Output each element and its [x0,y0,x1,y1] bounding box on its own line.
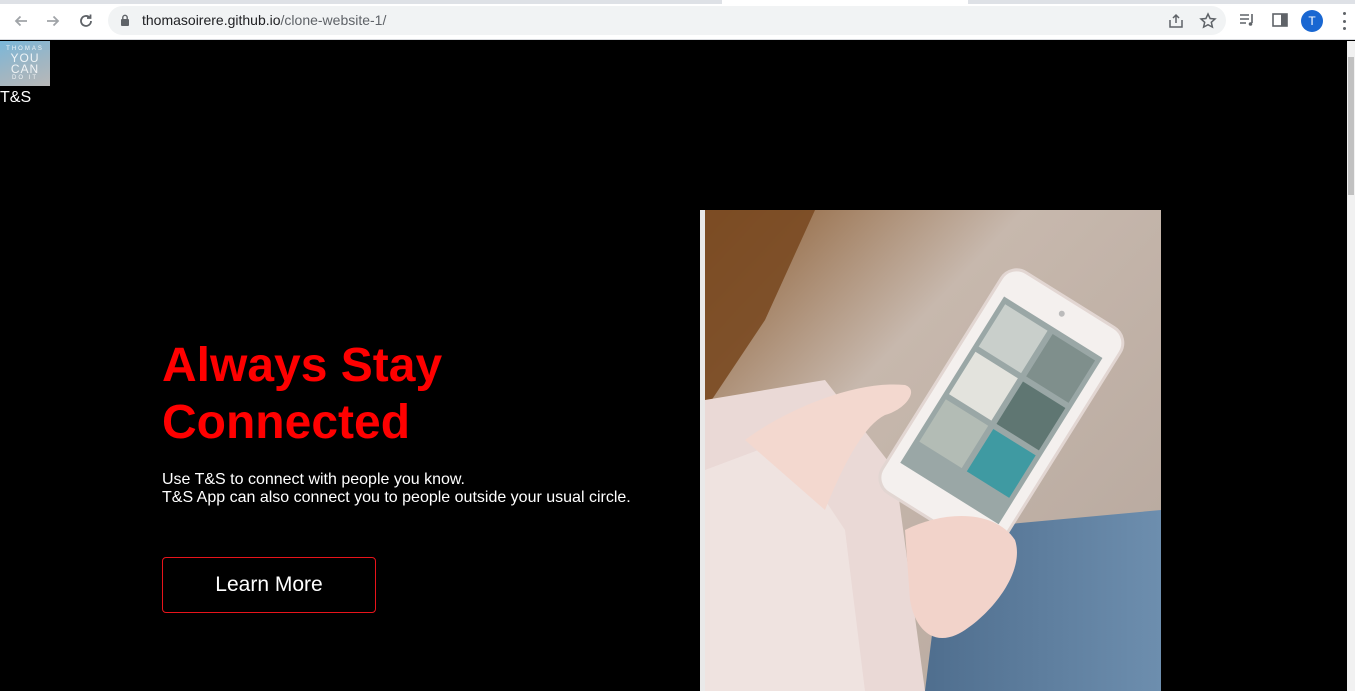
phone-in-hands-illustration [705,210,1161,691]
side-panel-icon[interactable] [1270,10,1290,30]
hero-subtext-line-2: T&S App can also connect you to people o… [162,489,631,506]
browser-toolbar: thomasoirere.github.io/clone-website-1/ … [0,0,1355,40]
page-scrollbar[interactable] [1347,41,1355,691]
logo-line-3: CAN [10,61,40,76]
share-icon[interactable] [1166,11,1186,31]
tab-strip [0,0,1355,4]
forward-icon [47,15,60,27]
bookmark-star-icon[interactable] [1198,11,1218,31]
url-host: thomasoirere.github.io [142,12,281,28]
back-button[interactable] [8,8,34,34]
reload-icon [80,14,92,27]
page-viewport: THOMAS YOU CAN DO IT T&S Always Stay Con… [0,41,1355,691]
learn-more-button[interactable]: Learn More [162,557,376,613]
profile-avatar[interactable]: T [1301,10,1323,32]
hero-subtext: Use T&S to connect with people you know.… [162,471,631,507]
back-icon [14,15,27,27]
hero-headline: Always Stay Connected [162,339,443,449]
site-logo[interactable]: THOMAS YOU CAN DO IT [0,41,50,86]
brand-name: T&S [0,89,32,106]
url-text[interactable]: thomasoirere.github.io/clone-website-1/ [142,12,386,28]
reload-button[interactable] [73,8,99,34]
forward-button[interactable] [40,8,66,34]
hero-subtext-line-1: Use T&S to connect with people you know. [162,471,465,488]
logo-line-4: DO IT [12,74,38,81]
active-tab[interactable] [722,0,968,4]
lock-icon[interactable] [120,14,130,26]
reading-list-icon[interactable] [1237,10,1257,30]
address-bar[interactable]: thomasoirere.github.io/clone-website-1/ [108,6,1226,35]
scrollbar-thumb[interactable] [1348,57,1354,195]
more-menu-icon[interactable] [1336,12,1352,30]
url-path: /clone-website-1/ [280,12,387,28]
hero-image [700,210,1161,691]
